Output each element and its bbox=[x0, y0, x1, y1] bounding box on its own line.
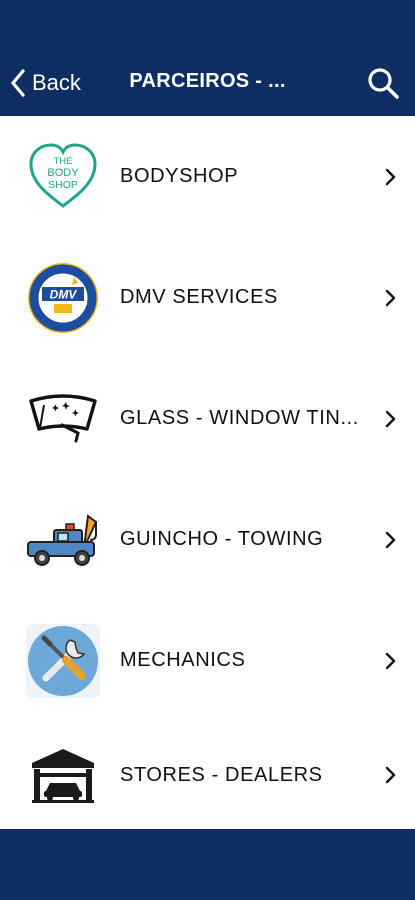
page-title: PARCEIROS - ... bbox=[129, 70, 286, 92]
chevron-right-icon bbox=[385, 289, 396, 306]
chevron-right-icon bbox=[385, 766, 396, 784]
top-navigation-bar: Back PARCEIROS - ... bbox=[0, 0, 415, 116]
item-label-towing: GUINCHO - TOWING bbox=[120, 528, 324, 550]
list-item-mechanics[interactable]: MECHANICS bbox=[0, 600, 415, 721]
list-item-stores-dealers[interactable]: STORES - DEALERS bbox=[0, 721, 415, 829]
list-item-dmv-services[interactable]: DMV DMV SERVICES bbox=[0, 237, 415, 358]
garage-icon bbox=[25, 738, 100, 813]
bottom-bar bbox=[0, 829, 415, 900]
logo-text-the: THE bbox=[53, 156, 72, 167]
list-item-glass-window-tint[interactable]: GLASS - WINDOW TIN... bbox=[0, 358, 415, 479]
dmv-seal-logo: DMV bbox=[25, 260, 100, 335]
list-item-bodyshop[interactable]: THE BODY SHOP BODYSHOP bbox=[0, 116, 415, 237]
list-item-towing[interactable]: GUINCHO - TOWING bbox=[0, 479, 415, 600]
tow-truck-icon bbox=[25, 502, 100, 577]
logo-text-dmv: DMV bbox=[49, 287, 77, 301]
item-label-glass: GLASS - WINDOW TIN... bbox=[120, 407, 359, 429]
item-label-stores-dealers: STORES - DEALERS bbox=[120, 763, 323, 786]
partner-category-list: THE BODY SHOP BODYSHOP DMV DMV SERVICES bbox=[0, 116, 415, 829]
item-label-mechanics: MECHANICS bbox=[120, 649, 246, 671]
chevron-right-icon bbox=[385, 410, 396, 427]
windshield-icon bbox=[25, 381, 100, 456]
chevron-right-icon bbox=[385, 531, 396, 548]
logo-text-body: BODY bbox=[47, 167, 79, 179]
chevron-right-icon bbox=[385, 168, 396, 185]
wrench-screwdriver-icon bbox=[25, 623, 100, 698]
logo-text-shop: SHOP bbox=[48, 179, 78, 191]
chevron-right-icon bbox=[385, 652, 396, 669]
item-label-bodyshop: BODYSHOP bbox=[120, 165, 239, 187]
item-label-dmv-services: DMV SERVICES bbox=[120, 286, 278, 308]
the-body-shop-logo: THE BODY SHOP bbox=[25, 139, 100, 214]
search-icon[interactable] bbox=[366, 66, 400, 100]
